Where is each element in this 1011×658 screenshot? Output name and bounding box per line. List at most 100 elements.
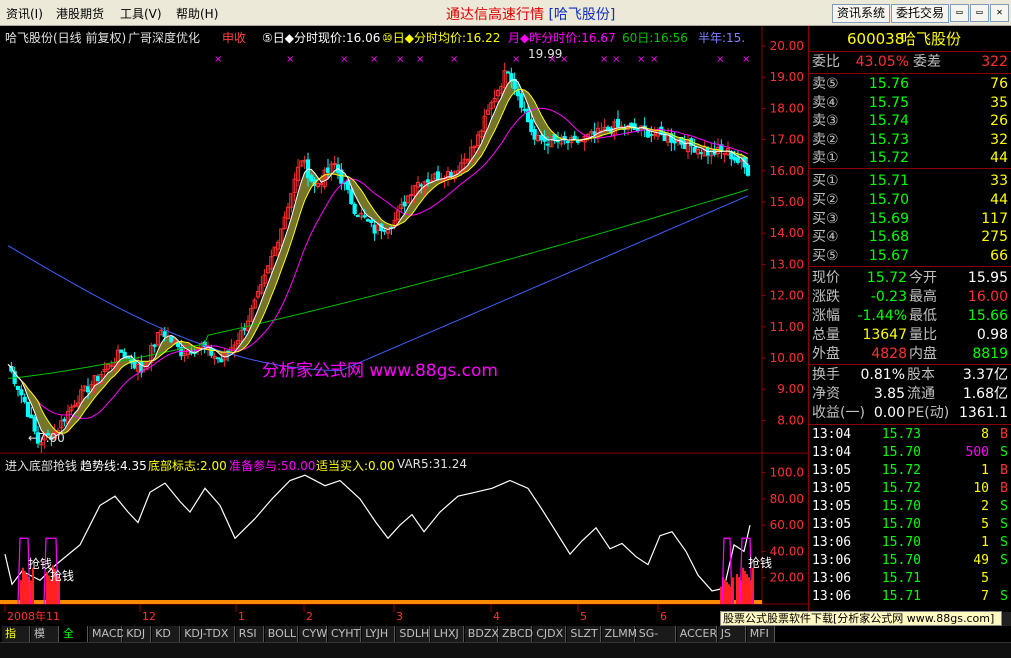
candle-body (25, 401, 31, 417)
candle-body (519, 93, 524, 108)
tab-全部[interactable]: 全部 (60, 626, 88, 656)
quote-label: 最低 (909, 308, 937, 324)
price-axis-label: 13.00 (770, 257, 804, 271)
sell-volume: 35 (990, 94, 1008, 111)
menu-hk-futures[interactable]: 港股期货 (56, 5, 104, 22)
tab-模板[interactable]: 模板 (31, 626, 59, 656)
candle-body (739, 159, 744, 162)
sell-volume: 44 (990, 150, 1008, 167)
formula-name: 广哥深度优化 (128, 31, 201, 45)
signal-marker: × (286, 54, 294, 65)
candle-body (565, 140, 571, 144)
sell-price: 15.76 (868, 76, 909, 92)
tab-cyw[interactable]: CYW (299, 626, 327, 642)
stat-value: 3.85 (873, 386, 905, 402)
tab-slzt[interactable]: SLZT (567, 626, 601, 642)
restore-icon[interactable]: ▭ (950, 4, 969, 22)
quote-value: 8819 (972, 346, 1008, 362)
tab-bdzx[interactable]: BDZX (464, 626, 499, 642)
quote-value: 15.72 (866, 270, 907, 286)
app-title: 通达信高速行情 [哈飞股份] (446, 4, 615, 24)
tab-指标[interactable]: 指标 (2, 626, 30, 656)
tile-icon[interactable]: ▭ (970, 4, 989, 22)
candle-body (362, 215, 367, 218)
kline-svg[interactable]: 20.0019.0018.0017.0016.0015.0014.0013.00… (0, 26, 808, 626)
tab-zlmm[interactable]: ZLMM (601, 626, 637, 642)
tick-price: 15.70 (881, 499, 921, 514)
ind-axis-label: 60.00 (770, 518, 804, 532)
menu-bar: 资讯(I) 港股期货 工具(V) 帮助(H) 通达信高速行情 [哈飞股份] 资讯… (0, 0, 1011, 26)
tick-row: 13:05 15.72 1 B (809, 462, 1011, 480)
tab-boll[interactable]: BOLL (264, 626, 298, 642)
tick-price: 15.71 (881, 589, 921, 604)
menu-tools[interactable]: 工具(V) (120, 5, 162, 22)
buy-label: 买⑤ (812, 248, 839, 265)
stat-label: 股本 (907, 367, 935, 383)
tab-sg-lb[interactable]: SG-LB (635, 626, 676, 656)
quote-panel: 600038 哈飞股份 委比 43.05% 委差 322 卖⑤ 15.76 76 卖④… (808, 26, 1011, 628)
tick-row: 13:05 15.70 2 S (809, 498, 1011, 516)
candle-body (219, 358, 224, 363)
buy-label: 适当买入:0.00 (316, 459, 395, 473)
tick-volume: 8 (981, 427, 989, 442)
tab-cjdx[interactable]: CJDX (533, 626, 567, 642)
tab-rsi[interactable]: RSI (235, 626, 264, 642)
prepare-label: 准备参与:50.00 (229, 459, 316, 473)
quote-label: 内盘 (909, 346, 937, 362)
buy-volume: 44 (990, 191, 1008, 208)
tab-lyjh[interactable]: LYJH (362, 626, 396, 642)
tab-kdj-tdx[interactable]: KDJ-TDX (181, 626, 235, 642)
ad-banner[interactable]: 股票公式股票软件下载[分析家公式网 www.88gs.com] (720, 611, 1002, 626)
stat-value: 3.37亿 (962, 367, 1008, 383)
candle-body (735, 157, 741, 163)
candle-body (325, 167, 331, 173)
kline-chart[interactable]: 20.00 19.00 18.00 17.00 16.00 15.00 14.00 13.00… (0, 26, 808, 626)
tab-kdj[interactable]: KDJ (123, 626, 152, 642)
candle-body (85, 386, 91, 393)
tab-cyht[interactable]: CYHT (328, 626, 362, 642)
buy-row: 买④ 15.68 275 (809, 228, 1011, 246)
tick-volume: 500 (965, 445, 989, 460)
tick-time: 13:06 (812, 535, 852, 550)
indicator-tabs: 指标模板全部MACDKDJKDKDJ-TDXRSIBOLLCYWCYHTLYJH… (0, 626, 1011, 656)
candle-body (355, 215, 361, 218)
tab-macd[interactable]: MACD (89, 626, 125, 642)
info-system-button[interactable]: 资讯系统 (832, 4, 891, 23)
tab-sdlh[interactable]: SDLH (396, 626, 430, 642)
tab-kd[interactable]: KD (152, 626, 181, 642)
candle-body (592, 131, 597, 135)
sell-row: 卖⑤ 15.76 76 (809, 75, 1011, 93)
divider (809, 51, 1011, 52)
tab-mfi[interactable]: MFI (746, 626, 775, 642)
menu-info[interactable]: 资讯(I) (6, 5, 43, 22)
candle-body (615, 118, 621, 128)
signal-marker: × (214, 54, 222, 65)
tick-row: 13:05 15.70 5 S (809, 516, 1011, 534)
tab-zbcd[interactable]: ZBCD (499, 626, 533, 642)
candle-body (125, 356, 131, 359)
buy-label: 买② (812, 191, 839, 208)
tick-volume: 7 (981, 589, 989, 604)
price-axis-label: 19.00 (770, 70, 804, 84)
tab-js[interactable]: JS (717, 626, 746, 642)
stock-title: 哈飞股份(日线 前复权) (5, 31, 127, 45)
candle-body (672, 139, 677, 144)
stat-label: 净资 (812, 386, 840, 402)
candle-body (649, 133, 654, 136)
high-annotation: 19.99 (528, 47, 563, 61)
stat-value: 0.00 (873, 405, 905, 421)
candle-body (319, 183, 324, 186)
oscillator-line (4, 474, 751, 592)
tab-accer[interactable]: ACCER (676, 626, 717, 642)
trade-button[interactable]: 委托交易 (891, 4, 950, 23)
close-icon[interactable]: ✕ (990, 4, 1009, 22)
ma5-line (7, 79, 749, 440)
candle-body (402, 201, 407, 207)
price-axis-label: 14.00 (770, 226, 804, 240)
tab-lhxj[interactable]: LHXJ (430, 626, 464, 642)
signal-marker: × (650, 54, 658, 65)
menu-help[interactable]: 帮助(H) (176, 5, 218, 22)
stock-name: 哈飞股份 (901, 30, 962, 48)
buy-price: 15.67 (868, 248, 909, 265)
candle-body (382, 229, 387, 232)
